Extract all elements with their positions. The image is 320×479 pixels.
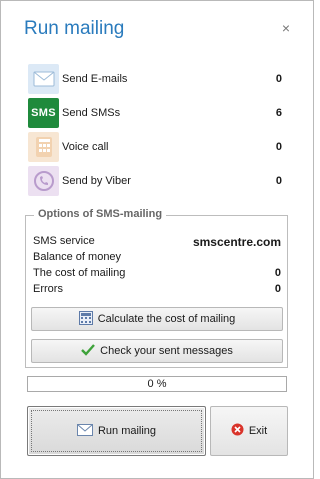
group-title: Options of SMS-mailing [34,208,167,220]
channel-count: 0 [275,141,282,153]
channel-row-viber[interactable]: Send by Viber 0 [28,166,288,196]
sms-service-row: SMS service smscentre.com [33,235,281,249]
dialog-title: Run mailing [24,18,125,39]
errors-label: Errors [33,283,63,295]
sms-service-value: smscentre.com [192,235,281,249]
cost-value: 0 [274,267,281,279]
exit-label: Exit [248,425,268,437]
close-circle-icon [231,423,244,439]
channel-row-email[interactable]: Send E-mails 0 [28,64,288,94]
balance-label: Balance of money [33,251,122,263]
calculate-cost-label: Calculate the cost of mailing [97,313,236,325]
envelope-icon [28,64,59,94]
mailing-progress-bar: 0 % [27,376,287,392]
channel-label: Voice call [62,141,109,153]
errors-value: 0 [274,283,281,295]
envelope-icon [76,423,93,439]
channel-label: Send by Viber [62,175,131,187]
calculator-icon [78,310,93,328]
sms-service-label: SMS service [33,235,95,247]
viber-icon [28,166,59,196]
sms-icon: SMS [28,98,59,128]
cost-row: The cost of mailing 0 [33,267,281,281]
channel-count: 0 [275,175,282,187]
run-mailing-button[interactable]: Run mailing [27,406,206,456]
calculate-cost-button[interactable]: Calculate the cost of mailing [31,307,283,331]
channel-count: 0 [275,73,282,85]
checkmark-icon [81,343,96,359]
progress-label: 0 % [147,378,167,390]
channel-row-sms[interactable]: SMS Send SMSs 6 [28,98,288,128]
channel-count: 6 [275,107,282,119]
channel-label: Send SMSs [62,107,121,119]
cost-label: The cost of mailing [33,267,126,279]
channel-label: Send E-mails [62,73,128,85]
balance-row: Balance of money [33,251,281,265]
exit-button[interactable]: Exit [210,406,288,456]
check-sent-button[interactable]: Check your sent messages [31,339,283,363]
sms-options-group: Options of SMS-mailing SMS service smsce… [25,208,288,368]
run-mailing-dialog: Run mailing × Send E-mails 0 SMS Send SM… [0,0,314,479]
run-mailing-label: Run mailing [97,425,157,437]
errors-row: Errors 0 [33,283,281,297]
check-sent-label: Check your sent messages [100,345,233,357]
close-icon[interactable]: × [279,21,293,35]
channel-row-voice[interactable]: Voice call 0 [28,132,288,162]
phone-icon [28,132,59,162]
